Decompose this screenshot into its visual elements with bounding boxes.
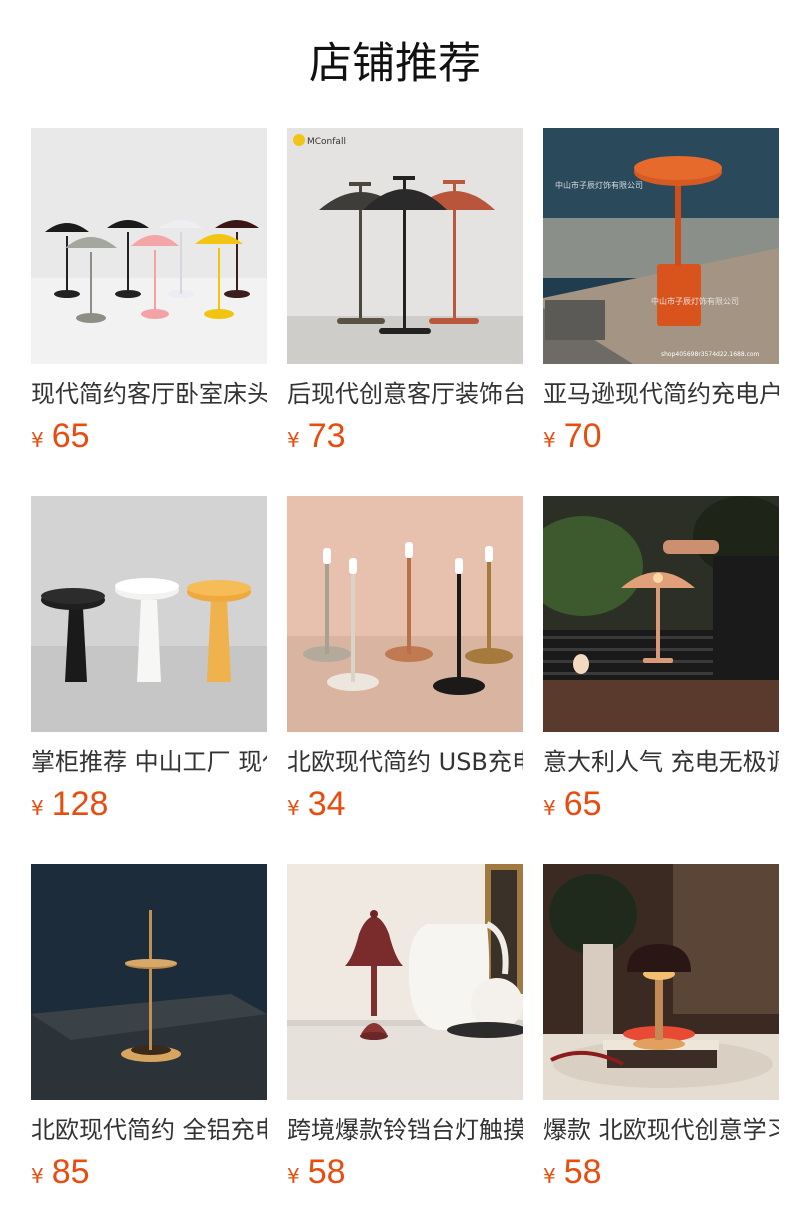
price-value: 65 [51,417,90,455]
bell-lamp-image[interactable] [287,864,523,1100]
product-name[interactable]: 现代简约客厅卧室床头台灯 [31,378,267,410]
product-card[interactable]: 跨境爆款铃铛台灯触摸台灯 ¥58 [287,864,523,1232]
product-card[interactable]: 掌柜推荐 中山工厂 现代台灯 ¥128 [31,496,267,864]
product-name[interactable]: 跨境爆款铃铛台灯触摸台灯 [287,1114,523,1146]
watermark-url: shop405698r3574d22.1688.com [661,351,760,358]
product-name[interactable]: 后现代创意客厅装饰台灯 [287,378,523,410]
candle-lamp-image[interactable] [287,496,523,732]
currency-symbol: ¥ [31,796,44,820]
price-value: 85 [51,1153,90,1191]
page-title: 店铺推荐 [309,39,481,89]
product-card[interactable]: 意大利人气 充电无极调光台灯 ¥65 [543,496,779,864]
currency-symbol: ¥ [31,1164,44,1188]
currency-symbol: ¥ [543,796,556,820]
product-name[interactable]: 掌柜推荐 中山工厂 现代台灯 [31,746,267,778]
product-card[interactable]: 现代简约客厅卧室床头台灯 ¥65 [31,128,267,496]
product-name[interactable]: 北欧现代简约 全铝充电台灯 [31,1114,267,1146]
product-name[interactable]: 意大利人气 充电无极调光台灯 [543,746,779,778]
currency-symbol: ¥ [287,428,300,452]
price-value: 65 [563,785,602,823]
currency-symbol: ¥ [543,428,556,452]
disc-lamp-image[interactable] [31,864,267,1100]
copper-outdoor-lamp-image[interactable] [543,496,779,732]
currency-symbol: ¥ [287,1164,300,1188]
currency-symbol: ¥ [287,796,300,820]
price-value: 73 [307,417,346,455]
currency-symbol: ¥ [543,1164,556,1188]
product-card[interactable]: 北欧现代简约 USB充电台灯 ¥34 [287,496,523,864]
product-name[interactable]: 亚马逊现代简约充电户外台灯 [543,378,779,410]
product-name[interactable]: 爆款 北欧现代创意学习台灯 [543,1114,779,1146]
product-price: ¥85 [31,1152,267,1192]
product-grid: 现代简约客厅卧室床头台灯 ¥65 MConfall [31,128,779,1232]
product-price: ¥70 [543,416,779,456]
watermark-text: 中山市子辰灯饰有限公司 [555,180,643,190]
product-price: ¥65 [31,416,267,456]
brand-logo-text: MConfall [307,137,346,147]
product-card[interactable]: 北欧现代简约 全铝充电台灯 ¥85 [31,864,267,1232]
product-price: ¥58 [287,1152,523,1192]
currency-symbol: ¥ [31,428,44,452]
price-value: 70 [563,417,602,455]
product-price: ¥65 [543,784,779,824]
product-card[interactable]: 爆款 北欧现代创意学习台灯 ¥58 [543,864,779,1232]
product-price: ¥34 [287,784,523,824]
price-value: 58 [563,1153,602,1191]
dome-table-lamp-image[interactable]: MConfall [287,128,523,364]
price-value: 128 [51,785,109,823]
price-value: 58 [307,1153,346,1191]
mushroom-lamp-set-image[interactable] [31,128,267,364]
flowerpot-lamp-image[interactable] [543,864,779,1100]
orange-outdoor-lamp-image[interactable]: 中山市子辰灯饰有限公司 中山市子辰灯饰有限公司 shop405698r3574d… [543,128,779,364]
product-price: ¥58 [543,1152,779,1192]
product-price: ¥73 [287,416,523,456]
price-value: 34 [307,785,346,823]
product-name[interactable]: 北欧现代简约 USB充电台灯 [287,746,523,778]
product-card[interactable]: MConfall 后现代创意客厅装饰台灯 ¥73 [287,128,523,496]
product-card[interactable]: 中山市子辰灯饰有限公司 中山市子辰灯饰有限公司 shop405698r3574d… [543,128,779,496]
product-price: ¥128 [31,784,267,824]
watermark-text: 中山市子辰灯饰有限公司 [651,296,739,306]
mushroom-cap-lamp-image[interactable] [31,496,267,732]
